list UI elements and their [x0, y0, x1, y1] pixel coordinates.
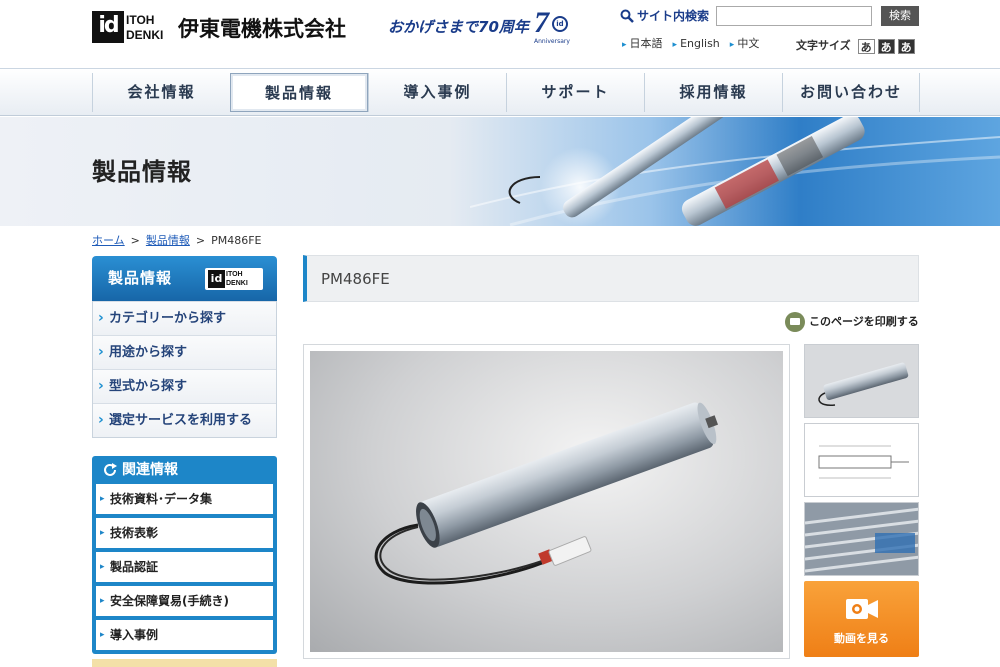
sidebar-title: 製品情報 [108, 269, 173, 287]
roller-motor-illustration [374, 402, 719, 585]
breadcrumb-current: PM486FE [211, 234, 262, 247]
breadcrumb-separator: > [130, 234, 140, 247]
language-english[interactable]: English [673, 36, 720, 53]
font-size-large[interactable]: あ [897, 38, 915, 54]
video-camera-icon [846, 599, 878, 619]
company-name[interactable]: 伊東電機株式会社 [178, 14, 346, 44]
font-size-label: 文字サイズ [796, 39, 851, 52]
breadcrumb-separator: > [195, 234, 206, 247]
product-title-bar: PM486FE [303, 255, 919, 302]
site-header: id ITOH DENKI 伊東電機株式会社 おかげさまで70周年 7 id A… [0, 0, 1000, 68]
related-item-awards[interactable]: 技術表彰 [96, 518, 273, 548]
hero-roller-image [470, 117, 1000, 226]
nav-item-support[interactable]: サポート [506, 73, 644, 112]
product-thumbnail-3[interactable] [804, 502, 919, 576]
search-label-text: サイト内検索 [637, 9, 710, 23]
hero-banner: 製品情報 [0, 117, 1000, 226]
related-item-case-studies[interactable]: 導入事例 [96, 620, 273, 650]
language-switcher: 日本語 English 中文 [622, 36, 760, 53]
logo-text-line1: ITOH [126, 13, 155, 27]
thumbnail-drawing-image [805, 424, 918, 496]
sidebar-logo-id: id [208, 270, 225, 288]
product-thumbnail-2[interactable] [804, 423, 919, 497]
anniversary-text: おかげさまで70周年 [388, 18, 529, 36]
nav-item-careers[interactable]: 採用情報 [644, 73, 782, 112]
anniversary-badge-label: Anniversary [534, 38, 570, 45]
nav-item-case-studies[interactable]: 導入事例 [368, 73, 506, 112]
thumbnail-roller-image [805, 345, 918, 417]
font-size-medium[interactable]: あ [877, 38, 895, 54]
font-size-small[interactable]: あ [857, 38, 875, 54]
logo-text-line2: DENKI [126, 28, 164, 42]
sidebar-logo: id ITOH DENKI [205, 268, 263, 290]
printer-icon [785, 312, 805, 332]
print-page-label: このページを印刷する [809, 315, 919, 328]
related-info-box: 関連情報 技術資料･データ集 技術表彰 製品認証 安全保障貿易(手続き) 導入事… [92, 456, 277, 654]
related-info-list: 技術資料･データ集 技術表彰 製品認証 安全保障貿易(手続き) 導入事例 [96, 484, 273, 654]
global-nav: 会社情報 製品情報 導入事例 サポート 採用情報 お問い合わせ [0, 68, 1000, 116]
refresh-icon [104, 463, 117, 476]
anniversary-badge-ring: id [552, 16, 568, 32]
product-thumbnail-1[interactable] [804, 344, 919, 418]
breadcrumb: ホーム > 製品情報 > PM486FE [92, 234, 262, 248]
company-logo[interactable]: id ITOH DENKI [92, 11, 172, 43]
search-input[interactable] [716, 6, 872, 26]
anniversary-badge-number: 7 [534, 6, 549, 39]
sidebar-logo-line1: ITOH [226, 271, 243, 278]
watch-video-label: 動画を見る [834, 632, 889, 645]
watch-video-button[interactable]: 動画を見る [804, 581, 919, 657]
nav-item-contact[interactable]: お問い合わせ [782, 73, 920, 112]
print-page-link[interactable]: このページを印刷する [785, 312, 919, 332]
sidebar-logo-line2: DENKI [226, 280, 248, 287]
related-info-title: 関連情報 [102, 460, 178, 480]
anniversary-badge: 7 id Anniversary [532, 6, 572, 45]
breadcrumb-home[interactable]: ホーム [92, 234, 125, 248]
sidebar-next-box-edge [92, 659, 277, 667]
nav-item-products[interactable]: 製品情報 [230, 73, 368, 112]
sidebar-logo-text: ITOH DENKI [226, 270, 248, 288]
sidebar-menu: カテゴリーから探す 用途から探す 型式から探す 選定サービスを利用する [92, 301, 277, 438]
search-button[interactable]: 検索 [881, 6, 919, 26]
thumbnail-conveyor-image [805, 503, 918, 575]
breadcrumb-products[interactable]: 製品情報 [146, 234, 190, 248]
sidebar-item-by-application[interactable]: 用途から探す [93, 335, 276, 369]
language-chinese[interactable]: 中文 [730, 36, 759, 53]
related-item-certification[interactable]: 製品認証 [96, 552, 273, 582]
related-item-technical-data[interactable]: 技術資料･データ集 [96, 484, 273, 514]
language-japanese[interactable]: 日本語 [622, 36, 663, 53]
logo-id-mark: id [92, 11, 124, 43]
product-title: PM486FE [321, 270, 390, 288]
product-main-image-canvas [310, 351, 783, 652]
nav-item-company[interactable]: 会社情報 [92, 73, 230, 112]
product-main-image [303, 344, 790, 659]
hero-title: 製品情報 [92, 158, 192, 186]
sidebar-item-by-model[interactable]: 型式から探す [93, 369, 276, 403]
search-icon [620, 9, 634, 23]
related-info-title-text: 関連情報 [122, 462, 178, 478]
site-search-label: サイト内検索 [620, 7, 709, 25]
sidebar-header: 製品情報 id ITOH DENKI [92, 256, 277, 301]
related-item-export-control[interactable]: 安全保障貿易(手続き) [96, 586, 273, 616]
sidebar-item-by-category[interactable]: カテゴリーから探す [93, 301, 276, 335]
font-size-switcher: 文字サイズ あ あ あ [796, 38, 915, 54]
sidebar-item-selection-service[interactable]: 選定サービスを利用する [93, 403, 276, 437]
